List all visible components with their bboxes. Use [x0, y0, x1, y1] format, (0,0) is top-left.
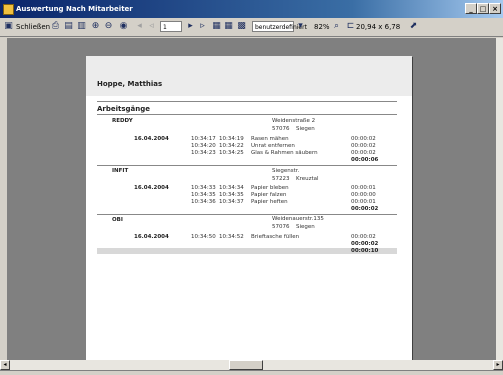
divider: [97, 101, 397, 102]
status-bar: [0, 370, 503, 375]
customer-name: REDDY: [112, 118, 133, 124]
grand-total: 00:00:10: [351, 248, 379, 254]
zoom-mode-dropdown-icon[interactable]: ▾: [295, 21, 306, 32]
employee-name: Hoppe, Matthias: [97, 80, 163, 88]
subtotal: 00:00:02: [351, 206, 379, 212]
end-time: 10:34:34: [219, 185, 244, 191]
duration: 00:00:02: [351, 150, 376, 156]
customer-street: Weidenauerstr.135: [272, 216, 324, 222]
end-time: 10:34:37: [219, 199, 244, 205]
customer-city: Kreuztal: [296, 176, 319, 182]
task: Glas & Rahmen säubern: [251, 150, 318, 156]
one-page-view-icon[interactable]: ▦: [211, 21, 222, 32]
duration: 00:00:02: [351, 234, 376, 240]
close-button[interactable]: Schließen: [16, 21, 50, 33]
help-icon[interactable]: ◉: [118, 21, 129, 32]
duration: 00:00:01: [351, 185, 376, 191]
scroll-right-icon[interactable]: ▸: [493, 360, 503, 370]
multi-page-view-icon[interactable]: ▩: [236, 21, 247, 32]
end-time: 10:34:19: [219, 136, 244, 142]
task: Papier bleben: [251, 185, 289, 191]
export-icon[interactable]: ▥: [76, 21, 87, 32]
page-number-field[interactable]: 1: [160, 21, 182, 32]
maximize-button[interactable]: □: [477, 3, 489, 14]
date: 16.04.2004: [134, 234, 169, 240]
subtotal: 00:00:06: [351, 157, 379, 163]
customer-city: Siegen: [296, 126, 315, 132]
task: Brieftasche füllen: [251, 234, 300, 240]
print-icon[interactable]: ⎙: [50, 21, 61, 32]
date: 16.04.2004: [134, 185, 169, 191]
next-page-icon[interactable]: ▸: [185, 21, 196, 32]
customer-name: INFIT: [112, 168, 129, 174]
ruler-icon: ⊏: [346, 21, 355, 31]
customer-name: OBI: [112, 217, 123, 223]
customer-zip: 57076: [272, 224, 290, 230]
vertical-scrollbar[interactable]: [496, 38, 503, 360]
customer-street: Weidenstraße 2: [272, 118, 316, 124]
divider: [97, 114, 397, 115]
save-icon[interactable]: ▤: [63, 21, 74, 32]
start-time: 10:34:50: [191, 234, 216, 240]
task: Papier heften: [251, 199, 288, 205]
divider: [97, 214, 397, 215]
zoom-in-icon[interactable]: ⊕: [90, 21, 101, 32]
task: Papier falzen: [251, 192, 287, 198]
end-time: 10:34:22: [219, 143, 244, 149]
title-bar: Auswertung Nach Mitarbeiter _ □ ×: [0, 0, 503, 18]
start-time: 10:34:17: [191, 136, 216, 142]
scroll-left-icon[interactable]: ◂: [0, 360, 10, 370]
duration: 00:00:02: [351, 143, 376, 149]
duration: 00:00:00: [351, 192, 376, 198]
zoom-mode-select[interactable]: benutzerdefiniert: [252, 21, 307, 32]
start-time: 10:34:35: [191, 192, 216, 198]
divider: [97, 165, 397, 166]
zoom-out-icon[interactable]: ⊖: [103, 21, 114, 32]
duration: 00:00:02: [351, 136, 376, 142]
customer-city: Siegen: [296, 224, 315, 230]
section-title: Arbeitsgänge: [97, 105, 151, 113]
start-time: 10:34:36: [191, 199, 216, 205]
scroll-thumb[interactable]: [229, 360, 263, 370]
horizontal-scrollbar[interactable]: ◂ ▸: [0, 360, 503, 370]
minimize-button[interactable]: _: [465, 3, 477, 14]
report-header-band: [86, 56, 412, 96]
customer-street: Siegenstr.: [272, 168, 300, 174]
task: Rasen mähen: [251, 136, 289, 142]
magnifier-icon[interactable]: ⌕: [331, 21, 342, 32]
customer-zip: 57076: [272, 126, 290, 132]
close-window-button[interactable]: ×: [489, 3, 501, 14]
close-doc-icon[interactable]: ▣: [3, 21, 14, 32]
first-page-icon[interactable]: ◂: [134, 21, 145, 32]
customer-zip: 57223: [272, 176, 290, 182]
last-page-icon[interactable]: ▹: [197, 21, 208, 32]
two-page-view-icon[interactable]: ▦: [223, 21, 234, 32]
zoom-percent[interactable]: 82%: [314, 21, 330, 33]
report-viewport[interactable]: Hoppe, Matthias Arbeitsgänge REDDY Weide…: [7, 38, 496, 360]
start-time: 10:34:20: [191, 143, 216, 149]
duration: 00:00:01: [351, 199, 376, 205]
task: Unrat entfernen: [251, 143, 295, 149]
window-title: Auswertung Nach Mitarbeiter: [16, 5, 133, 13]
prev-page-icon[interactable]: ◃: [146, 21, 157, 32]
page-size-readout: 20,94 x 6,78: [356, 23, 401, 31]
toolbar: ▣ Schließen ⎙ ▤ ▥ ⊕ ⊖ ◉ ◂ ◃ 1 ▸ ▹ ▦ ▦ ▩ …: [0, 18, 503, 37]
end-time: 10:34:52: [219, 234, 244, 240]
start-time: 10:34:23: [191, 150, 216, 156]
end-time: 10:34:25: [219, 150, 244, 156]
pointer-icon[interactable]: ⬈: [408, 21, 419, 32]
app-icon: [3, 4, 14, 15]
start-time: 10:34:33: [191, 185, 216, 191]
end-time: 10:34:35: [219, 192, 244, 198]
report-page: Hoppe, Matthias Arbeitsgänge REDDY Weide…: [86, 56, 412, 360]
subtotal: 00:00:02: [351, 241, 379, 247]
date: 16.04.2004: [134, 136, 169, 142]
